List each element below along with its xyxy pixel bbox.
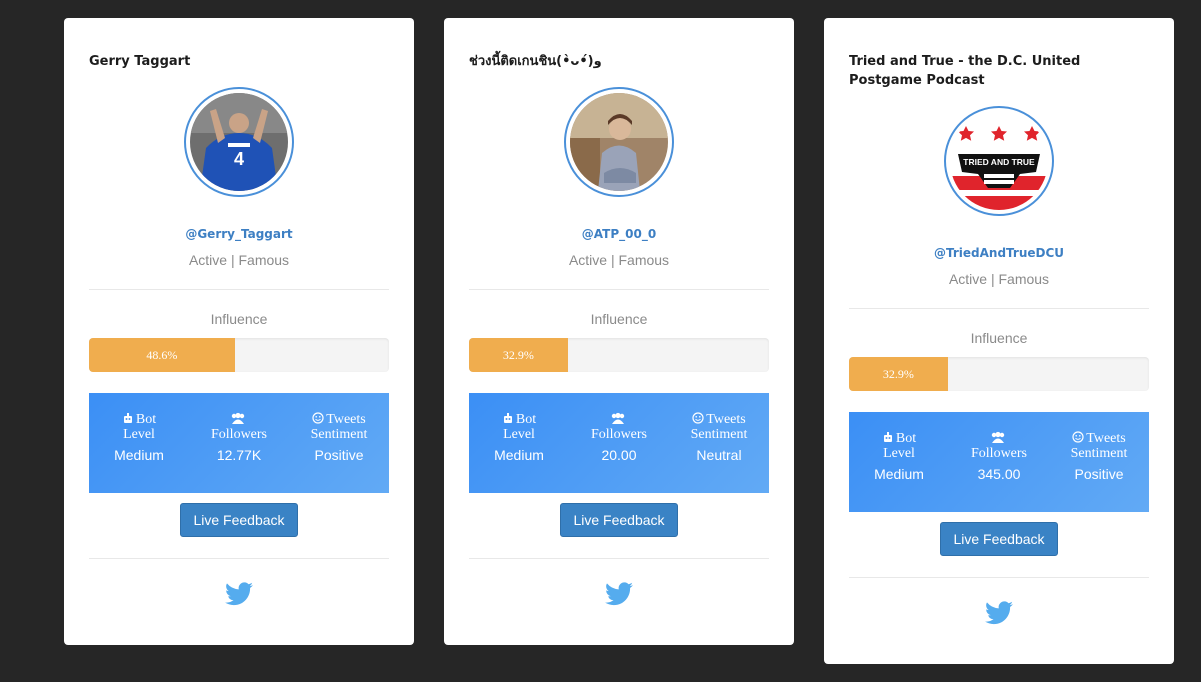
podcast-logo-text: TRIED AND TRUE (963, 157, 1035, 167)
stat-sentiment-label-2: Sentiment (1070, 446, 1128, 461)
stat-bot-label-2: Level (503, 427, 535, 442)
stat-sentiment-value: Neutral (696, 447, 742, 463)
user-card: ช่วงนี้ติดเกนชิน(•̀ᴗ•́)و @ATP_00_0 Activ… (444, 18, 794, 645)
influence-progress-fill: 32.9% (469, 338, 568, 372)
stat-bot-label-2: Level (123, 427, 155, 442)
smile-icon (312, 412, 324, 428)
stat-sentiment: Tweets Sentiment Neutral (669, 393, 769, 493)
user-status: Active | Famous (568, 252, 670, 268)
twitter-icon[interactable] (985, 601, 1013, 629)
stat-bot-label-1: Bot (895, 431, 917, 446)
user-handle[interactable]: @Gerry_Taggart (89, 227, 389, 241)
user-card: Gerry Taggart 4 @Gerry_Taggart Active | … (64, 18, 414, 645)
stat-sentiment-label-1: Tweets (1086, 431, 1126, 446)
avatar: 4 (184, 87, 294, 197)
avatar (564, 87, 674, 197)
card-title: Tried and True - the D.C. United Postgam… (849, 54, 1081, 88)
twitter-icon[interactable] (225, 582, 253, 610)
stats-panel: Bot Level Medium Followers 345.00 Tweets… (849, 412, 1149, 512)
smile-icon (692, 412, 704, 428)
stat-sentiment-value: Positive (314, 447, 364, 463)
stat-sentiment: Tweets Sentiment Positive (289, 393, 389, 493)
stat-followers-label: Followers (211, 427, 267, 442)
stat-bot-label-1: Bot (135, 412, 157, 427)
divider (89, 289, 389, 290)
bot-icon (882, 431, 894, 447)
stat-sentiment-label-2: Sentiment (310, 427, 368, 442)
users-icon (990, 431, 1006, 447)
live-feedback-button[interactable]: Live Feedback (940, 522, 1058, 556)
stat-followers-value: 345.00 (977, 466, 1021, 482)
influence-label: Influence (590, 311, 648, 327)
card-title: ช่วงนี้ติดเกนชิน(•̀ᴗ•́)و (469, 54, 602, 69)
users-icon (230, 412, 246, 428)
user-handle[interactable]: @ATP_00_0 (469, 227, 769, 241)
stat-bot-label-2: Level (883, 446, 915, 461)
avatar: TRIED AND TRUE (944, 106, 1054, 216)
stat-bot-value: Medium (874, 466, 924, 482)
influence-progress-fill: 32.9% (849, 357, 948, 391)
user-handle[interactable]: @TriedAndTrueDCU (849, 246, 1149, 260)
stat-bot-level: Bot Level Medium (89, 393, 189, 493)
divider (469, 289, 769, 290)
twitter-icon[interactable] (605, 582, 633, 610)
user-status: Active | Famous (948, 271, 1050, 287)
bot-icon (502, 412, 514, 428)
influence-progress-bar: 32.9% (849, 357, 1149, 391)
stat-sentiment-label-1: Tweets (326, 412, 366, 427)
influence-progress-bar: 32.9% (469, 338, 769, 372)
stat-followers: Followers 345.00 (949, 412, 1049, 512)
divider (849, 308, 1149, 309)
stat-sentiment-value: Positive (1074, 466, 1124, 482)
bot-icon (122, 412, 134, 428)
stat-followers: Followers 20.00 (569, 393, 669, 493)
stat-followers-label: Followers (971, 446, 1027, 461)
smile-icon (1072, 431, 1084, 447)
stats-panel: Bot Level Medium Followers 12.77K Tweets… (89, 393, 389, 493)
influence-label: Influence (970, 330, 1028, 346)
stat-bot-level: Bot Level Medium (849, 412, 949, 512)
stat-bot-level: Bot Level Medium (469, 393, 569, 493)
stat-followers-value: 12.77K (216, 447, 262, 463)
user-status: Active | Famous (188, 252, 290, 268)
stats-panel: Bot Level Medium Followers 20.00 Tweets … (469, 393, 769, 493)
stat-bot-label-1: Bot (515, 412, 537, 427)
stat-followers-label: Followers (591, 427, 647, 442)
stat-sentiment-label-1: Tweets (706, 412, 746, 427)
stat-bot-value: Medium (114, 447, 164, 463)
influence-progress-bar: 48.6% (89, 338, 389, 372)
influence-label: Influence (210, 311, 268, 327)
live-feedback-button[interactable]: Live Feedback (560, 503, 678, 537)
user-card: Tried and True - the D.C. United Postgam… (824, 18, 1174, 664)
live-feedback-button[interactable]: Live Feedback (180, 503, 298, 537)
influence-progress-fill: 48.6% (89, 338, 235, 372)
users-icon (610, 412, 626, 428)
stat-sentiment-label-2: Sentiment (690, 427, 748, 442)
stat-sentiment: Tweets Sentiment Positive (1049, 412, 1149, 512)
svg-text:4: 4 (234, 149, 244, 169)
stat-bot-value: Medium (494, 447, 544, 463)
stat-followers: Followers 12.77K (189, 393, 289, 493)
stat-followers-value: 20.00 (601, 447, 637, 463)
card-title: Gerry Taggart (89, 54, 191, 69)
